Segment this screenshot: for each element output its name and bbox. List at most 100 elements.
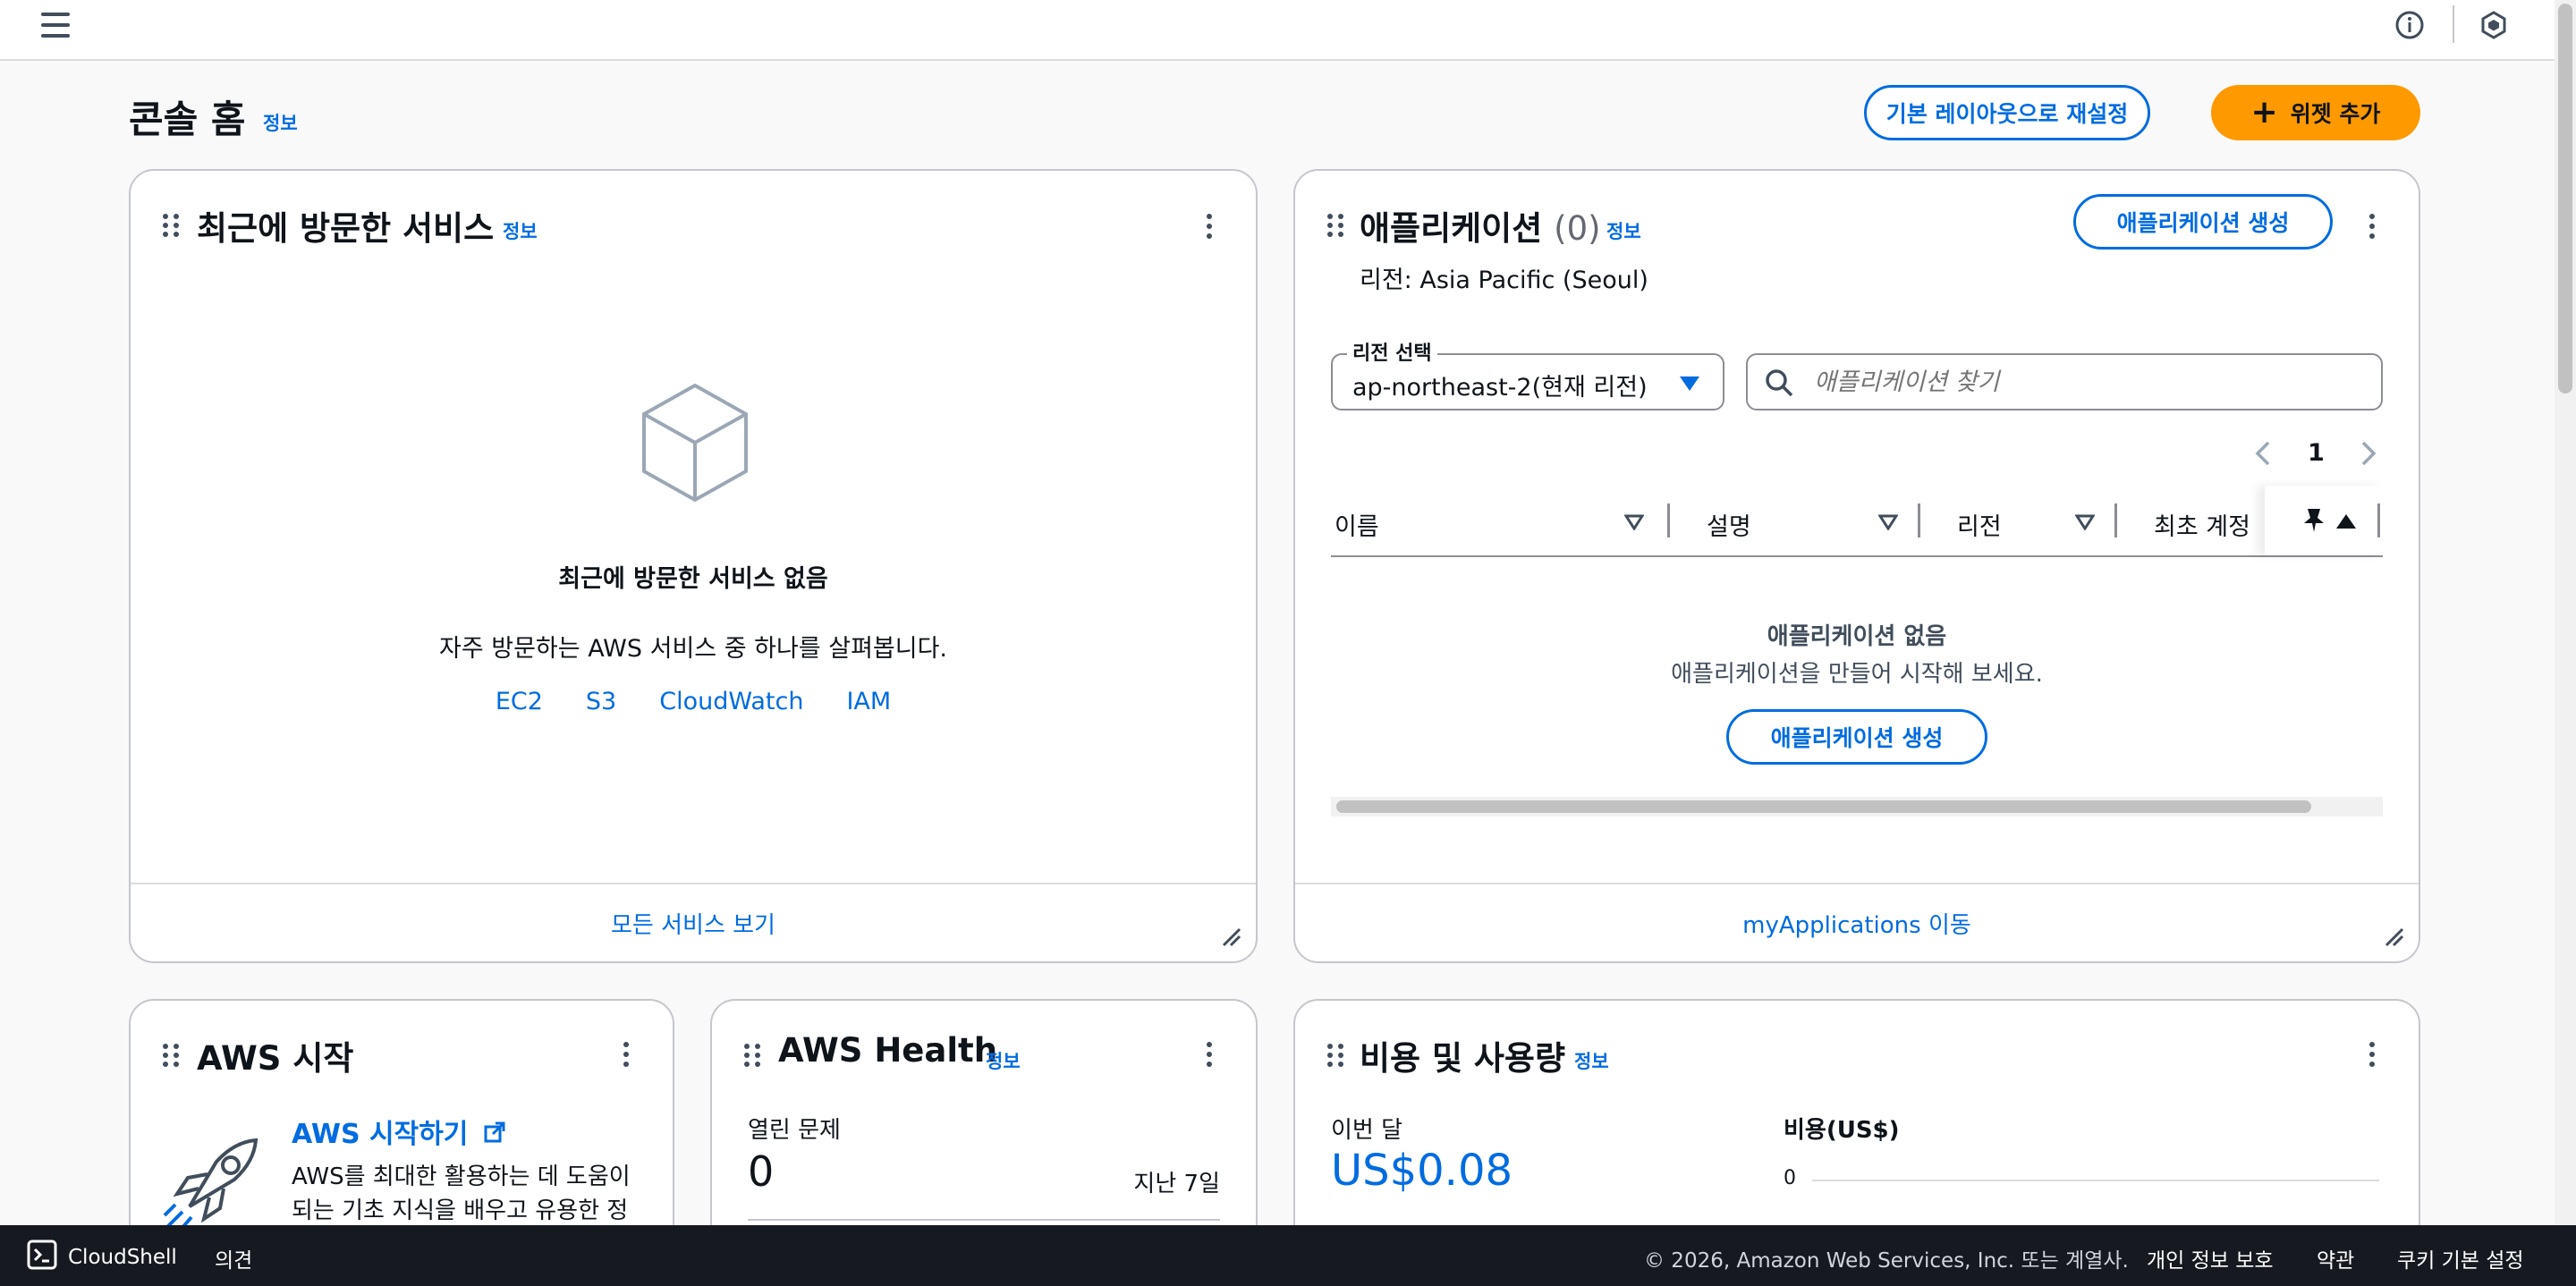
- next-page-icon[interactable]: [2360, 441, 2377, 470]
- previous-page-icon[interactable]: [2254, 441, 2272, 470]
- copyright-text: © 2026, Amazon Web Services, Inc. 또는 계열사…: [1644, 1249, 2129, 1273]
- applications-title-text: 애플리케이션: [1360, 209, 1543, 248]
- drag-handle-icon[interactable]: [1327, 1044, 1343, 1067]
- more-options-icon[interactable]: [2363, 210, 2381, 242]
- recent-services-widget: 최근에 방문한 서비스 정보 최근에 방문한 서비스 없음 자주 방문하는 AW…: [129, 169, 1258, 963]
- topbar-divider: [2453, 5, 2454, 43]
- more-options-icon[interactable]: [1200, 1038, 1218, 1070]
- column-divider: [1918, 503, 1920, 537]
- more-options-icon[interactable]: [617, 1038, 635, 1070]
- pin-icon[interactable]: [2302, 507, 2326, 537]
- drag-handle-icon[interactable]: [163, 214, 179, 237]
- sort-ascending-icon[interactable]: [2336, 514, 2356, 529]
- drag-handle-icon[interactable]: [744, 1044, 760, 1067]
- column-divider: [2114, 503, 2117, 537]
- current-region-text: 리전: Asia Pacific (Seoul): [1360, 267, 1648, 294]
- aws-start-link[interactable]: AWS 시작하기: [292, 1112, 506, 1151]
- cost-usage-title: 비용 및 사용량: [1360, 1039, 1566, 1078]
- pagination: 1: [2249, 434, 2392, 470]
- more-options-icon[interactable]: [1200, 210, 1218, 242]
- empty-state-title: 최근에 방문한 서비스 없음: [558, 565, 828, 593]
- feedback-link[interactable]: 의견: [215, 1243, 252, 1273]
- search-input[interactable]: [1814, 364, 2368, 400]
- empty-state-description: 자주 방문하는 AWS 서비스 중 하나를 살펴봅니다.: [438, 635, 948, 663]
- this-month-cost[interactable]: US$0.08: [1331, 1146, 1513, 1196]
- terms-link[interactable]: 약관: [2317, 1243, 2354, 1273]
- column-header-region[interactable]: 리전: [1957, 507, 2002, 542]
- rocket-icon: [163, 1135, 261, 1237]
- resize-handle-icon[interactable]: [1220, 926, 1243, 949]
- table-empty-title: 애플리케이션 없음: [1767, 623, 1947, 650]
- privacy-link[interactable]: 개인 정보 보호: [2147, 1243, 2274, 1273]
- period-label: 지난 7일: [1133, 1171, 1220, 1197]
- go-to-myapplications-link[interactable]: myApplications 이동: [1742, 907, 1971, 940]
- empty-create-application-button[interactable]: 애플리케이션 생성: [1726, 709, 1987, 765]
- column-header-name[interactable]: 이름: [1335, 507, 1379, 542]
- view-all-services-link[interactable]: 모든 서비스 보기: [611, 907, 775, 940]
- page-info-link[interactable]: 정보: [263, 109, 298, 136]
- applications-footer: myApplications 이동: [1295, 883, 2419, 961]
- applications-title: 애플리케이션 (0): [1360, 201, 1601, 250]
- more-options-icon[interactable]: [2363, 1038, 2381, 1070]
- table-horizontal-scrollbar[interactable]: [1331, 797, 2383, 816]
- external-link-icon: [483, 1120, 506, 1151]
- caret-down-icon: [1680, 376, 1699, 391]
- filter-icon[interactable]: [1623, 514, 1645, 534]
- region-select-value: ap-northeast-2(현재 리전): [1352, 374, 1648, 402]
- service-link-iam[interactable]: IAM: [846, 688, 891, 715]
- region-select-label: 리전 선택: [1347, 337, 1437, 366]
- filter-icon[interactable]: [1877, 514, 1899, 534]
- application-search[interactable]: [1746, 353, 2383, 410]
- aws-health-title: AWS Health: [778, 1031, 998, 1070]
- create-application-button[interactable]: 애플리케이션 생성: [2073, 194, 2333, 250]
- hamburger-icon[interactable]: [41, 13, 70, 38]
- aws-start-link-label: AWS 시작하기: [292, 1119, 469, 1150]
- table-empty-description: 애플리케이션을 만들어 시작해 보세요.: [1671, 661, 2043, 688]
- filter-icon[interactable]: [2074, 514, 2096, 534]
- create-application-label: 애플리케이션 생성: [2116, 210, 2290, 236]
- applications-count: (0): [1554, 209, 1601, 248]
- column-divider: [1667, 503, 1670, 537]
- open-issues-value: 0: [748, 1147, 775, 1196]
- aws-health-info-link[interactable]: 정보: [986, 1047, 1021, 1074]
- this-month-label: 이번 달: [1331, 1117, 1403, 1144]
- applications-info-link[interactable]: 정보: [1606, 217, 1641, 244]
- aws-start-description-1: AWS를 최대한 활용하는 데 도움이: [292, 1163, 631, 1190]
- aws-start-description-2: 되는 기초 지식을 배우고 유용한 정: [292, 1197, 629, 1224]
- service-link-s3[interactable]: S3: [586, 688, 616, 715]
- applications-table-header: 이름 설명 리전 최초 계정: [1331, 486, 2383, 557]
- applications-widget: 애플리케이션 (0) 정보 애플리케이션 생성 리전: Asia Pacific…: [1293, 169, 2420, 963]
- add-widget-label: 위젯 추가: [2290, 101, 2381, 127]
- reset-layout-label: 기본 레이아웃으로 재설정: [1885, 101, 2129, 127]
- cost-chart-gridline: [1812, 1180, 2379, 1181]
- cost-usage-info-link[interactable]: 정보: [1574, 1047, 1609, 1074]
- empty-create-application-label: 애플리케이션 생성: [1770, 725, 1944, 751]
- recent-services-info-link[interactable]: 정보: [503, 217, 538, 244]
- drag-handle-icon[interactable]: [1327, 214, 1343, 237]
- cookie-settings-link[interactable]: 쿠키 기본 설정: [2397, 1243, 2524, 1273]
- resize-handle-icon[interactable]: [2383, 926, 2406, 949]
- column-header-description[interactable]: 설명: [1707, 507, 1751, 542]
- service-link-cloudwatch[interactable]: CloudWatch: [659, 688, 803, 715]
- page-title: 콘솔 홈: [129, 97, 246, 141]
- cost-chart-label: 비용(US$): [1784, 1117, 1900, 1144]
- column-header-first-account[interactable]: 최초 계정: [2154, 507, 2250, 542]
- aws-start-title: AWS 시작: [197, 1039, 354, 1078]
- add-widget-button[interactable]: + 위젯 추가: [2211, 85, 2420, 140]
- region-select[interactable]: 리전 선택 ap-northeast-2(현재 리전): [1331, 337, 1724, 410]
- hexagon-shield-icon[interactable]: [2476, 7, 2512, 43]
- page-scrollbar[interactable]: [2555, 0, 2576, 1225]
- cost-chart-axis-zero: 0: [1784, 1167, 1796, 1189]
- top-navigation-bar: [0, 0, 2555, 61]
- recent-services-title: 최근에 방문한 서비스: [197, 209, 495, 248]
- console-footer: CloudShell 의견 © 2026, Amazon Web Service…: [0, 1225, 2576, 1286]
- service-link-ec2[interactable]: EC2: [496, 688, 543, 715]
- cube-icon: [639, 382, 751, 507]
- page-number[interactable]: 1: [2308, 439, 2325, 467]
- info-circle-icon[interactable]: [2392, 7, 2428, 43]
- reset-layout-button[interactable]: 기본 레이아웃으로 재설정: [1864, 85, 2150, 140]
- service-links: EC2 S3 CloudWatch IAM: [131, 688, 1256, 715]
- drag-handle-icon[interactable]: [163, 1044, 179, 1067]
- cloudshell-button[interactable]: CloudShell: [27, 1239, 177, 1275]
- search-icon: [1764, 368, 1794, 402]
